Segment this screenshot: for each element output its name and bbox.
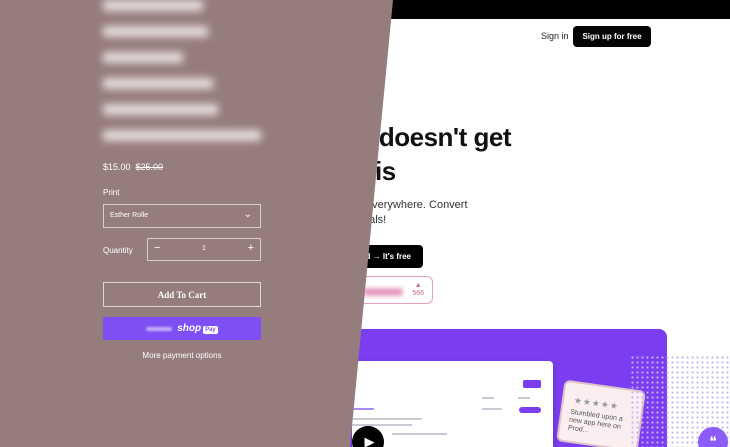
testimonial-quote: Stumbled upon a new app here on Prod... (567, 408, 624, 435)
quantity-input[interactable]: 1 (148, 245, 260, 252)
shop-pay-logo: shop Pay (177, 323, 218, 334)
blurred-product-title (103, 0, 273, 152)
upvote-count: 566 (412, 290, 424, 297)
shop-pay-buy-with-text (146, 326, 173, 331)
product-price: $15.00 $25.00 (103, 162, 163, 172)
quantity-label: Quantity (103, 246, 133, 255)
plus-icon[interactable]: + (248, 242, 254, 254)
print-select[interactable]: Esther Rolle ⌄ (103, 204, 261, 228)
product-hunt-badge-label (363, 288, 403, 296)
shop-pay-button[interactable]: shop Pay (103, 317, 261, 340)
mockup-button (523, 380, 541, 388)
mockup-pill (519, 407, 541, 413)
print-label: Print (103, 188, 120, 197)
print-selected-value: Esther Rolle (110, 212, 149, 219)
chevron-down-icon: ⌄ (243, 209, 252, 220)
add-to-cart-button[interactable]: Add To Cart (103, 282, 261, 307)
quantity-stepper: − 1 + (147, 238, 261, 261)
sale-price: $15.00 (103, 162, 131, 172)
compare-at-price: $25.00 (135, 162, 164, 172)
upvote-triangle-icon: ▲ (414, 282, 422, 289)
more-payment-options-link[interactable]: More payment options (103, 351, 261, 360)
signin-link[interactable]: Sign in (541, 31, 569, 41)
signup-button[interactable]: Sign up for free (573, 26, 651, 47)
